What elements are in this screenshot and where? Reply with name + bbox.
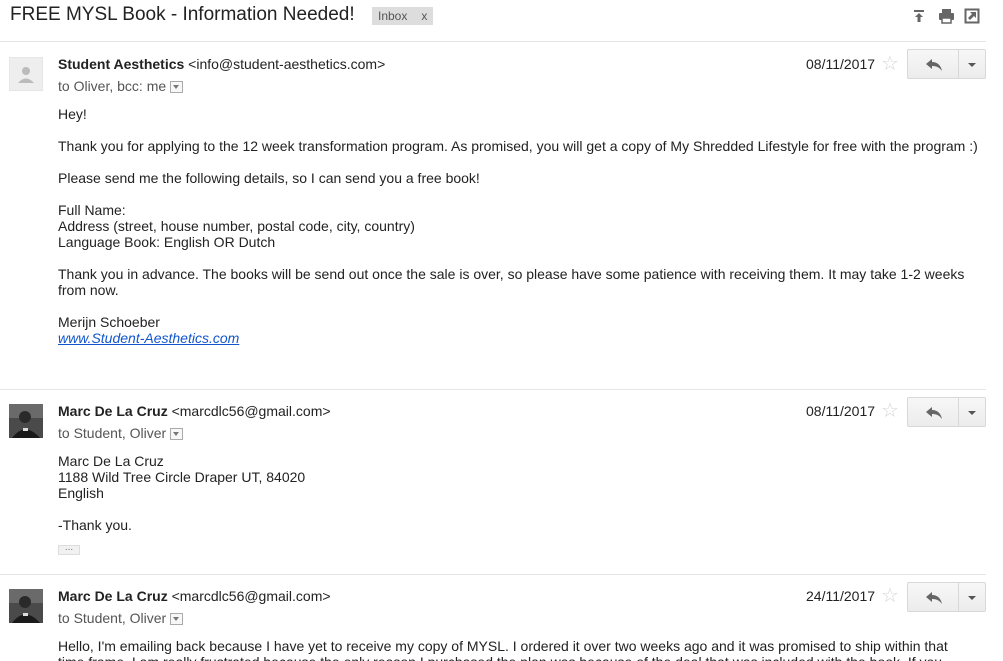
profile-photo	[9, 404, 43, 438]
sender-email: <marcdlc56@gmail.com>	[171, 588, 331, 604]
show-trimmed-content-button[interactable]: ...	[58, 543, 80, 555]
star-icon[interactable]: ☆	[881, 401, 899, 421]
recipients-text: to Student, Oliver	[58, 610, 167, 626]
divider	[0, 574, 986, 575]
remove-label-button[interactable]: x	[421, 7, 427, 25]
reply-button[interactable]	[907, 582, 959, 612]
label-text: Inbox	[378, 9, 408, 23]
signature-link[interactable]: www.Student-Aesthetics.com	[58, 330, 239, 346]
body-paragraph: Thank you for applying to the 12 week tr…	[58, 138, 978, 154]
body-paragraph: Thank you in advance. The books will be …	[58, 266, 965, 298]
show-details-dropdown-icon[interactable]	[170, 428, 184, 440]
sender-name: Marc De La Cruz	[58, 403, 168, 419]
recipients: to Student, Oliver	[58, 425, 184, 441]
reply-button[interactable]	[907, 397, 959, 427]
recipients-text: to Student, Oliver	[58, 425, 167, 441]
body-paragraph: Hello, I'm emailing back because I have …	[58, 638, 948, 661]
reply-icon	[926, 592, 942, 604]
message-body: Marc De La Cruz 1188 Wild Tree Circle Dr…	[58, 453, 978, 549]
sender[interactable]: Marc De La Cruz <marcdlc56@gmail.com>	[58, 588, 331, 604]
message-date: 08/11/2017	[806, 56, 876, 72]
recipients: to Oliver, bcc: me	[58, 78, 184, 94]
thread-header: FREE MYSL Book - Information Needed! Inb…	[0, 0, 1003, 36]
more-options-button[interactable]	[959, 582, 986, 612]
show-details-dropdown-icon[interactable]	[170, 81, 184, 93]
recipients: to Student, Oliver	[58, 610, 184, 626]
body-paragraph: Full Name: Address (street, house number…	[58, 202, 415, 250]
body-paragraph: Hey!	[58, 106, 87, 122]
body-paragraph: Marc De La Cruz 1188 Wild Tree Circle Dr…	[58, 453, 306, 501]
message-date: 24/11/2017	[806, 588, 876, 604]
divider	[0, 41, 986, 42]
sender-email: <marcdlc56@gmail.com>	[171, 403, 331, 419]
signature-name: Merijn Schoeber	[58, 314, 160, 330]
print-icon[interactable]	[938, 8, 954, 24]
inbox-label[interactable]: Inbox x	[372, 7, 434, 25]
reply-icon	[926, 407, 942, 419]
thread-subject: FREE MYSL Book - Information Needed!	[10, 4, 355, 25]
sender-email: <info@student-aesthetics.com>	[188, 56, 386, 72]
recipients-text: to Oliver, bcc: me	[58, 78, 167, 94]
sender[interactable]: Student Aesthetics <info@student-aesthet…	[58, 56, 385, 72]
star-icon[interactable]: ☆	[881, 54, 899, 74]
default-avatar-icon	[8, 56, 44, 92]
sender[interactable]: Marc De La Cruz <marcdlc56@gmail.com>	[58, 403, 331, 419]
show-details-dropdown-icon[interactable]	[170, 613, 184, 625]
more-options-button[interactable]	[959, 49, 986, 79]
star-icon[interactable]: ☆	[881, 586, 899, 606]
more-options-button[interactable]	[959, 397, 986, 427]
reply-button[interactable]	[907, 49, 959, 79]
sender-name: Marc De La Cruz	[58, 588, 168, 604]
reply-icon	[926, 59, 942, 71]
new-window-icon[interactable]	[964, 8, 980, 24]
profile-photo	[9, 589, 43, 623]
message-date: 08/11/2017	[806, 403, 876, 419]
collapse-all-icon[interactable]	[911, 8, 927, 24]
message-body: Hello, I'm emailing back because I have …	[58, 638, 978, 661]
message-body: Hey! Thank you for applying to the 12 we…	[58, 106, 978, 346]
body-paragraph: -Thank you.	[58, 517, 132, 533]
body-paragraph: Please send me the following details, so…	[58, 170, 480, 186]
divider	[0, 389, 986, 390]
sender-name: Student Aesthetics	[58, 56, 185, 72]
